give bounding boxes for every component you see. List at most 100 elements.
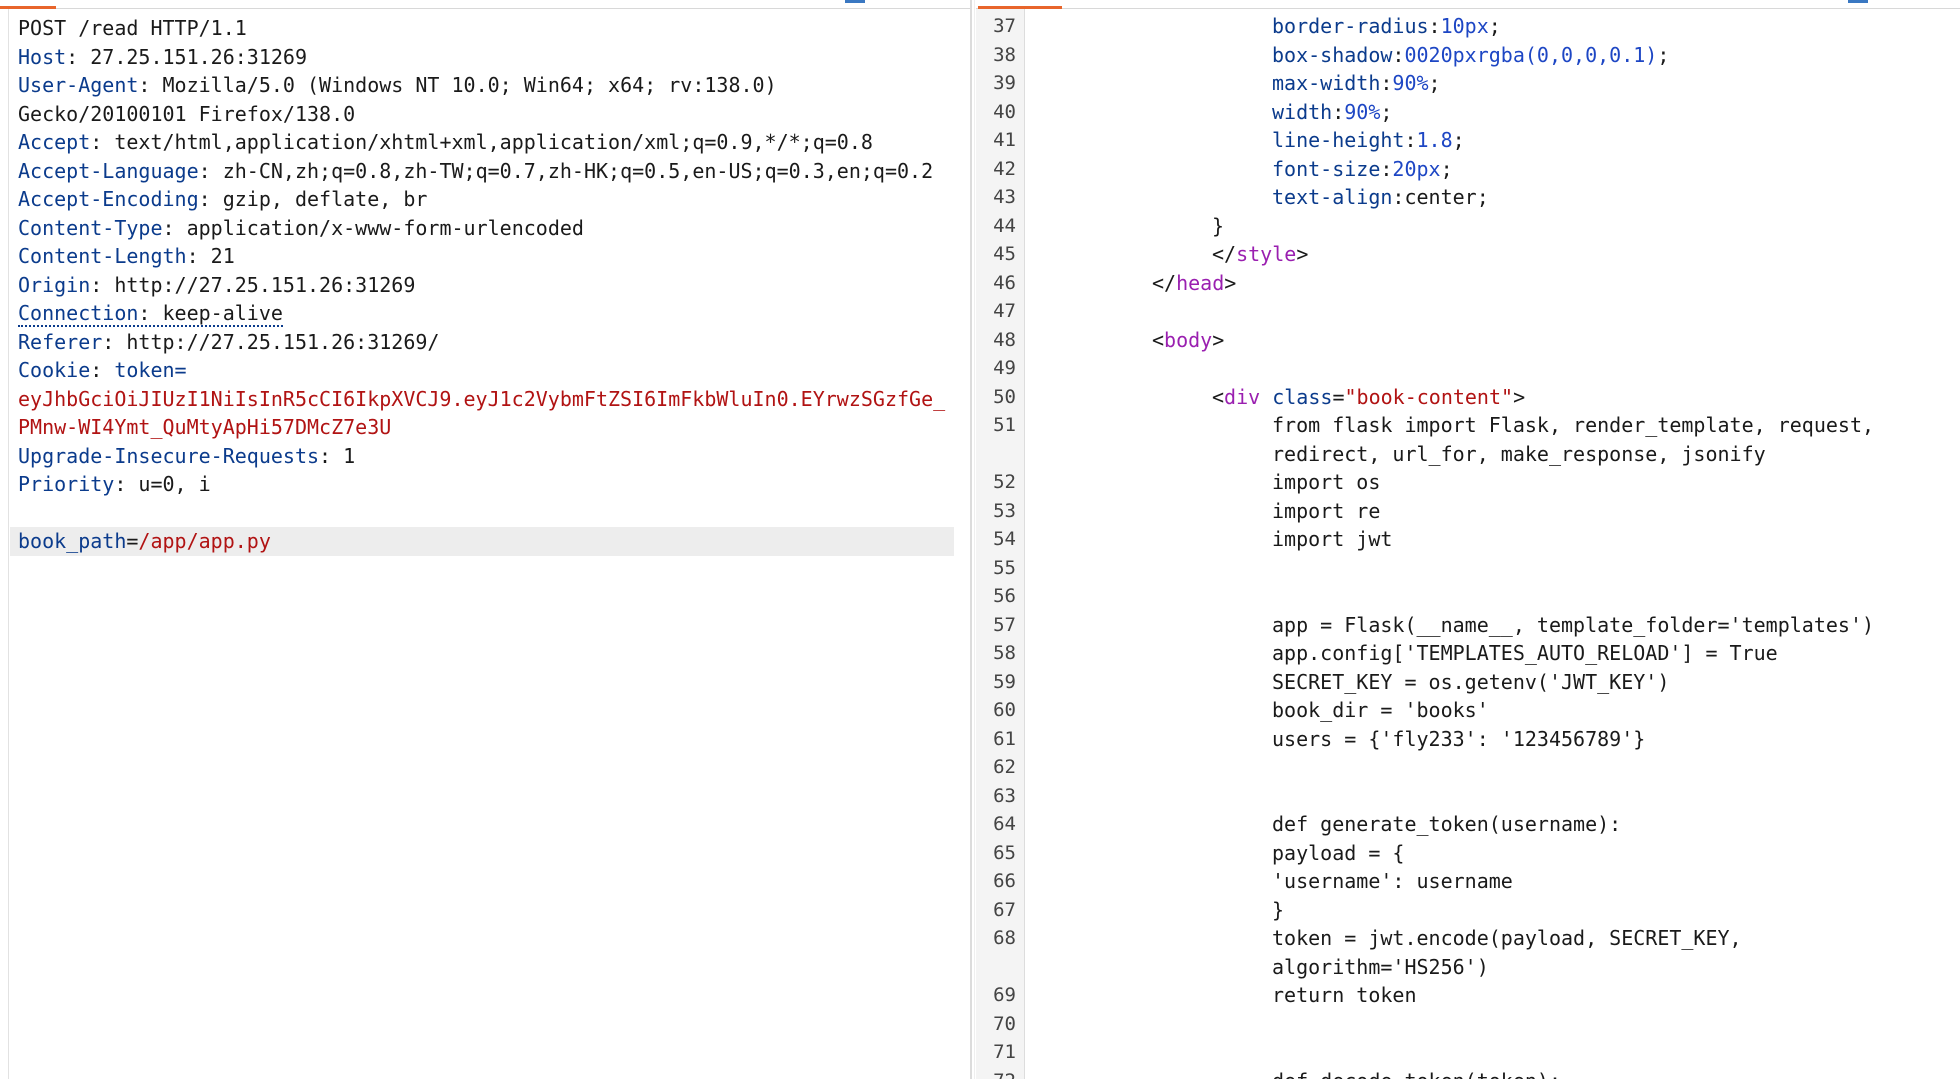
code-line: 56 [976,582,1960,611]
code-line: 46 </head> [976,269,1960,298]
pane-top-border [0,8,970,9]
header-line: Accept-Encoding: gzip, deflate, br [18,187,428,211]
code-line: 63 [976,782,1960,811]
line-number: 70 [993,1012,1016,1035]
code-line: 58 app.config['TEMPLATES_AUTO_RELOAD'] = … [976,639,1960,668]
line-number: 63 [993,784,1016,807]
code-line: 53 import re [976,497,1960,526]
burp-repeater-view: POST /read HTTP/1.1 Host: 27.25.151.26:3… [0,0,1960,1079]
code-line: 52 import os [976,468,1960,497]
line-number: 54 [993,528,1016,550]
code-line: 72def decode_token(token): [976,1067,1960,1079]
pane-splitter[interactable] [970,0,972,1079]
code-line: 49 [976,354,1960,383]
code-line: 39 max-width:90%; [976,69,1960,98]
code-line: 70 [976,1010,1960,1039]
line-number: 49 [993,357,1016,379]
line-number: 41 [993,129,1016,151]
line-number: 51 [993,414,1016,436]
line-number: 44 [993,214,1016,237]
line-number: 71 [993,1041,1016,1063]
code-line: 38 box-shadow:0020pxrgba(0,0,0,0.1); [976,41,1960,70]
code-line-wrapped: 51 from flask import Flask, render_templa… [976,411,1960,468]
cookie-token-value: eyJhbGciOiJIUzI1NiIsInR5cCI6IkpXVCJ9.eyJ… [18,386,946,411]
line-number: 72 [976,1067,1016,1079]
code-line-wrapped: 68 token = jwt.encode(payload, SECRET_KEY… [976,924,1960,981]
line-number: 69 [993,984,1016,1006]
header-line: Content-Type: application/x-www-form-url… [18,215,584,240]
line-number: 45 [993,243,1016,265]
line-number: 67 [993,898,1016,921]
line-number: 60 [993,699,1016,721]
line-number: 66 [993,870,1016,892]
line-number: 42 [993,157,1016,180]
code-line: 61 users = {'fly233': '123456789'} [976,725,1960,754]
code-line: 64 def generate_token(username): [976,810,1960,839]
line-number: 53 [993,499,1016,522]
code-line: 41 line-height:1.8; [976,126,1960,155]
request-text[interactable]: POST /read HTTP/1.1 Host: 27.25.151.26:3… [10,14,956,556]
header-line: Content-Length: 21 [18,244,235,268]
pane-toolbar-marker [1848,0,1868,3]
line-number: 58 [993,642,1016,664]
line-number: 62 [993,756,1016,778]
header-line: Origin: http://27.25.151.26:31269 [18,272,416,297]
line-number: 52 [993,471,1016,493]
line-number: 59 [993,670,1016,693]
header-line: Priority: u=0, i [18,472,211,496]
response-viewer-pane[interactable]: 37 border-radius:10px; 38 box-shadow:0020p… [976,0,1960,1079]
line-number: 64 [993,813,1016,835]
request-editor-pane[interactable]: POST /read HTTP/1.1 Host: 27.25.151.26:3… [0,0,970,1079]
code-line: 43 text-align:center; [976,183,1960,212]
code-line: 44} [976,212,1960,241]
header-line: Accept-Language: zh-CN,zh;q=0.8,zh-TW;q=… [18,158,934,183]
line-number: 40 [993,100,1016,123]
code-line: 50 <div class="book-content"> [976,383,1960,412]
line-number: 68 [993,927,1016,949]
request-line: POST /read HTTP/1.1 [18,16,247,40]
code-line: 67} [976,896,1960,925]
code-line: 62 [976,753,1960,782]
code-line: 59 SECRET_KEY = os.getenv('JWT_KEY') [976,668,1960,697]
code-line: 42 font-size:20px; [976,155,1960,184]
code-line: 55 [976,554,1960,583]
code-line: 37 border-radius:10px; [976,12,1960,41]
line-number: 56 [993,585,1016,607]
header-line-continuation: Gecko/20100101 Firefox/138.0 [18,101,356,126]
line-number: 46 [993,271,1016,294]
line-number: 65 [993,841,1016,864]
code-line: 45 </style> [976,240,1960,269]
code-line: 48 <body> [976,326,1960,355]
code-line: 66'username': username [976,867,1960,896]
code-line: 65 payload = { [976,839,1960,868]
header-line: Host: 27.25.151.26:31269 [18,44,308,69]
line-number: 37 [993,15,1016,37]
code-line: 40 width:90%; [976,98,1960,127]
code-line: 47 [976,297,1960,326]
pane-top-border [976,8,1960,9]
line-number: 50 [993,385,1016,408]
header-line-cookie: Cookie: token= [18,358,187,382]
header-line: Accept: text/html,application/xhtml+xml,… [18,130,873,154]
editor-gutter-border [8,9,9,1079]
line-number: 55 [993,556,1016,579]
cookie-token-value-continuation: PMnw-WI4Ymt_QuMtyApHi57DMcZ7e3U [18,415,392,439]
pane-splitter-shadow [974,0,975,1079]
line-number: 43 [993,186,1016,208]
request-body-line[interactable]: book_path=/app/app.py [10,527,954,556]
line-number: 48 [993,328,1016,351]
header-line: Upgrade-Insecure-Requests: 1 [18,443,356,468]
code-line: 54 import jwt [976,525,1960,554]
line-number: 47 [993,300,1016,322]
code-line: 71 [976,1038,1960,1067]
header-line-connection: Connection: keep-alive [18,301,283,327]
pane-toolbar-marker [845,0,865,3]
code-line: 69 return token [976,981,1960,1010]
line-number: 57 [993,613,1016,636]
code-line: 57 app = Flask(__name__, template_folder=… [976,611,1960,640]
header-line: Referer: http://27.25.151.26:31269/ [18,329,440,354]
header-line: User-Agent: Mozilla/5.0 (Windows NT 10.0… [18,73,777,97]
response-code[interactable]: 37 border-radius:10px; 38 box-shadow:0020p… [976,12,1960,1079]
code-line: 60 book_dir = 'books' [976,696,1960,725]
